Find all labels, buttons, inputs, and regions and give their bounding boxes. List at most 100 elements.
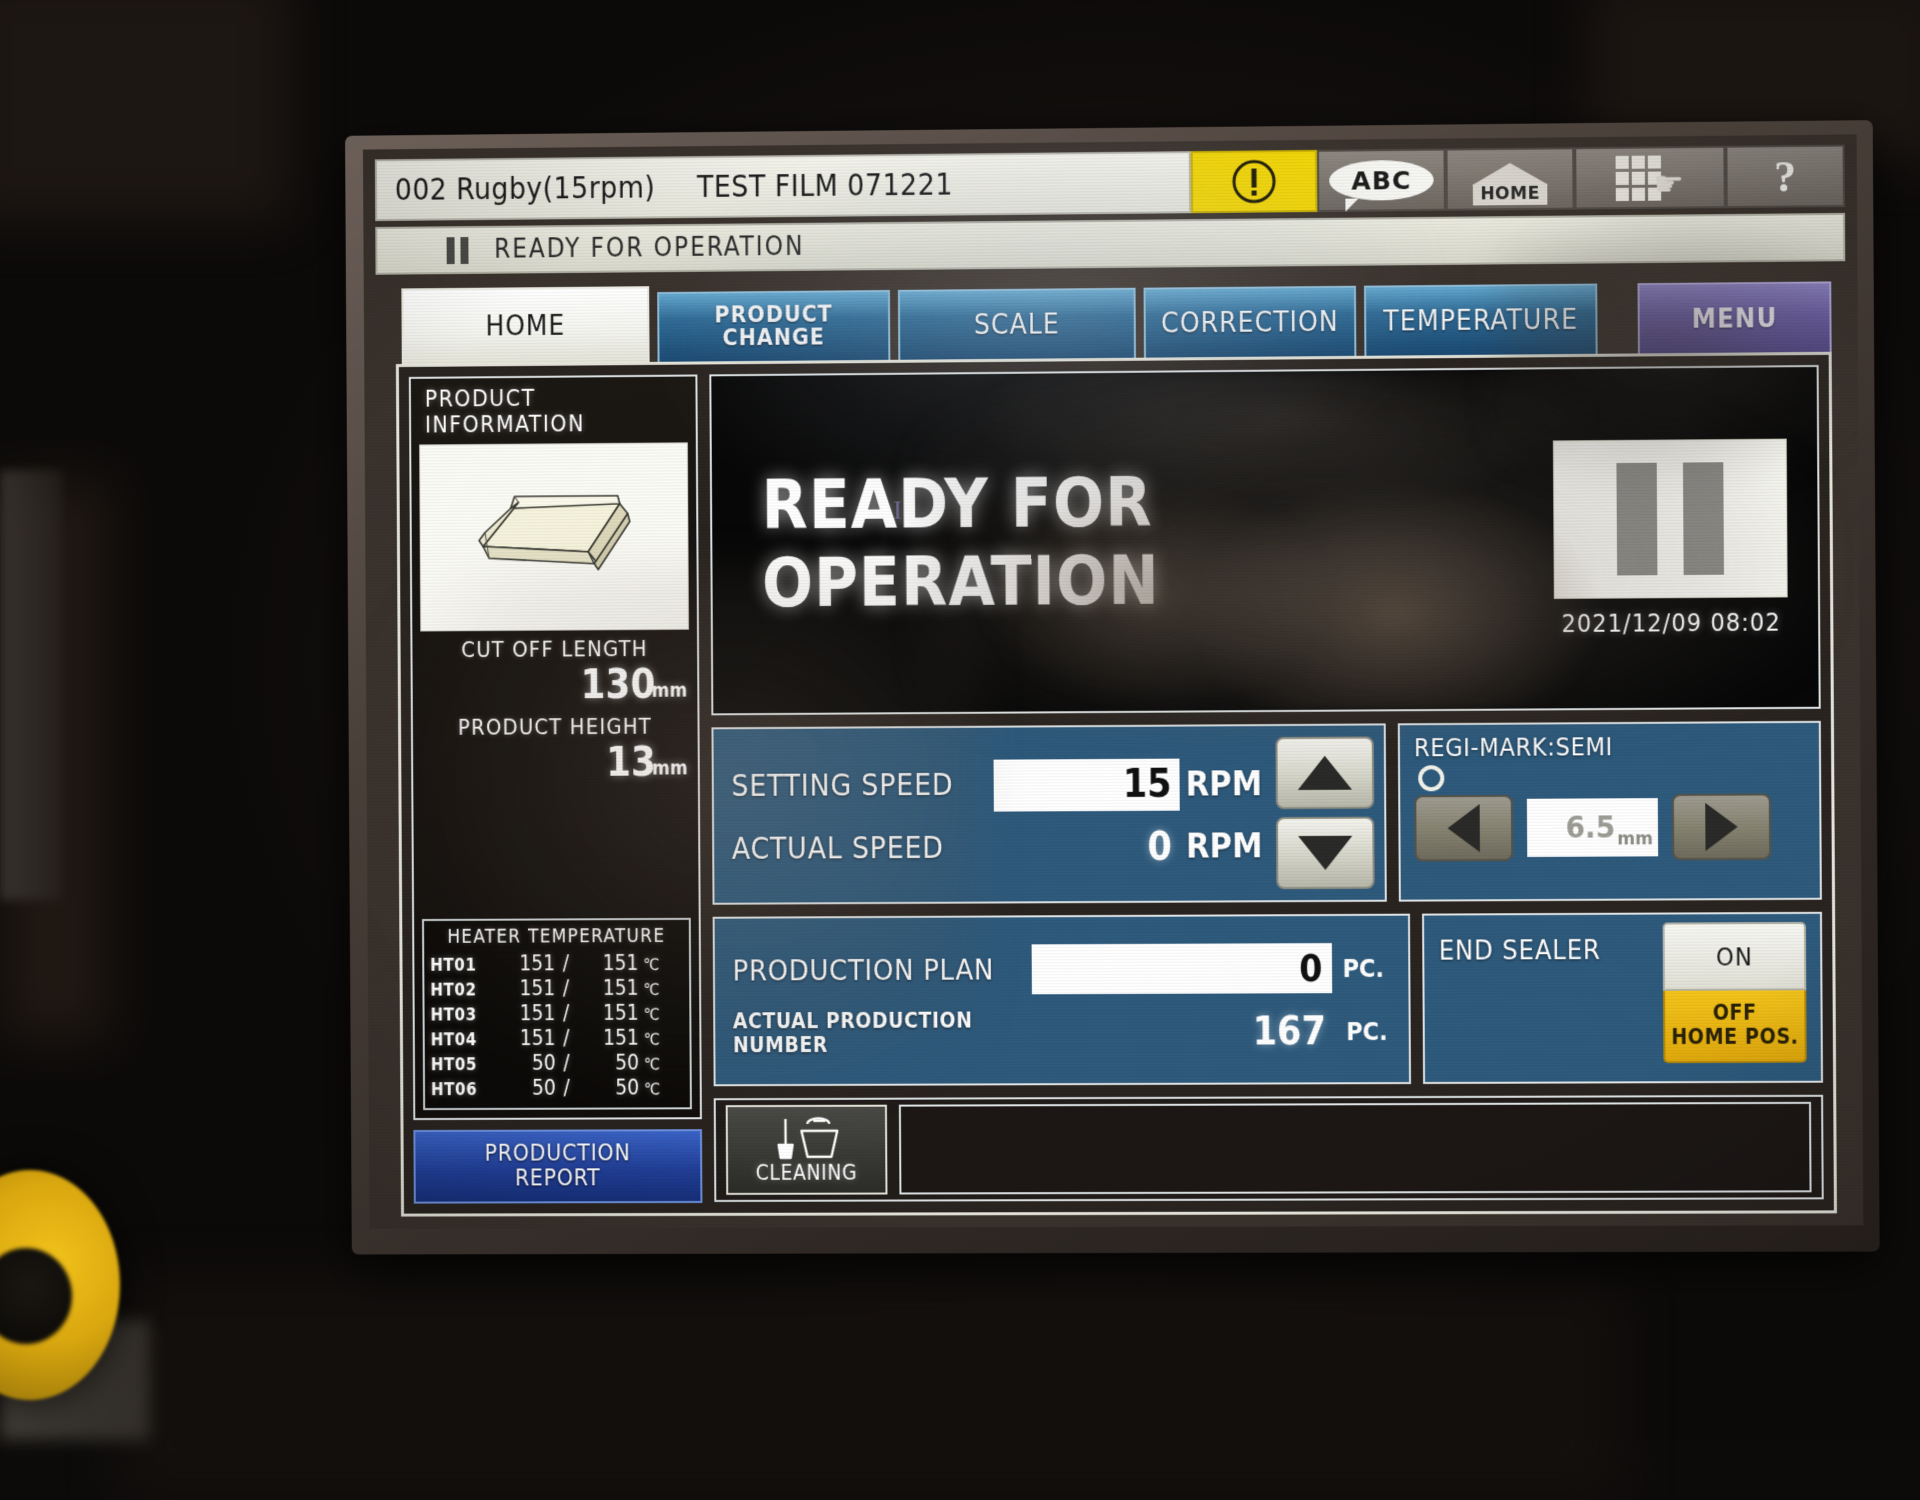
tab-temperature[interactable]: TEMPERATURE: [1364, 284, 1598, 356]
arrow-right-icon: [1705, 803, 1738, 851]
home-button[interactable]: HOME: [1445, 147, 1574, 210]
machine-status-display: READY FOR OPERATION 2021/12/09 08:02: [709, 365, 1821, 715]
speed-increase-button[interactable]: [1275, 736, 1374, 809]
product-height-label: PRODUCT HEIGHT: [421, 714, 690, 740]
regi-mark-title: REGI-MARK:SEMI: [1414, 731, 1805, 762]
product-preview-image: [419, 442, 689, 631]
end-sealer-on-button[interactable]: ON: [1663, 922, 1807, 991]
heater-set-temp: 50: [494, 1051, 556, 1075]
arrow-down-icon: [1298, 836, 1352, 870]
production-and-sealer-row: PRODUCTION PLAN 0 PC. ACTUAL PRODUCTION …: [712, 912, 1823, 1086]
product-height-value: 13: [606, 740, 656, 786]
home-icon-label: HOME: [1473, 184, 1547, 206]
actual-speed-label: ACTUAL SPEED: [732, 830, 995, 866]
setting-speed-label: SETTING SPEED: [731, 768, 994, 804]
heater-unit: ℃: [638, 980, 659, 999]
end-sealer-off-label-2: HOME POS.: [1671, 1026, 1799, 1050]
heater-separator: /: [556, 1076, 578, 1100]
hmi-application: 002 Rugby(15rpm) TEST FILM 071221 ABC: [363, 134, 1863, 1228]
status-bar: READY FOR OPERATION: [375, 213, 1845, 275]
regi-mark-increase-button[interactable]: [1672, 793, 1771, 860]
monitor-bezel: 002 Rugby(15rpm) TEST FILM 071221 ABC: [345, 120, 1880, 1254]
datetime-display: 2021/12/09 08:02: [1561, 607, 1781, 638]
pause-icon: [447, 237, 469, 264]
tab-correction-label: CORRECTION: [1161, 308, 1339, 338]
footer-bar: CLEANING: [713, 1095, 1823, 1202]
regi-mark-value-input[interactable]: 6.5 mm: [1527, 798, 1658, 857]
tab-product-change[interactable]: PRODUCT CHANGE: [657, 290, 890, 362]
setting-speed-input[interactable]: 15: [994, 758, 1180, 811]
alarm-button[interactable]: [1191, 150, 1318, 213]
help-button[interactable]: ?: [1725, 145, 1845, 208]
production-plan-input[interactable]: 0: [1032, 943, 1333, 994]
status-lamp-icon: [1418, 765, 1444, 791]
tab-scale[interactable]: SCALE: [898, 288, 1136, 360]
speed-decrease-button[interactable]: [1276, 817, 1375, 890]
speed-rows: SETTING SPEED 15 RPM ACTUAL SPEED 0 RPM: [731, 758, 1264, 872]
heater-unit: ℃: [639, 1055, 660, 1074]
abc-language-button[interactable]: ABC: [1317, 149, 1446, 212]
heater-actual-temp: 151: [577, 976, 639, 1000]
table-row: HT03 151 / 151 ℃: [430, 1001, 683, 1026]
touchscreen[interactable]: 002 Rugby(15rpm) TEST FILM 071221 ABC: [363, 134, 1863, 1228]
status-bar-text: READY FOR OPERATION: [494, 232, 804, 265]
job-title-field[interactable]: 002 Rugby(15rpm) TEST FILM 071221: [375, 151, 1191, 221]
cleaning-button[interactable]: CLEANING: [725, 1105, 887, 1195]
heater-unit: ℃: [639, 1079, 660, 1098]
alert-exclamation-icon: [1231, 158, 1277, 205]
tab-product-change-label-2: CHANGE: [722, 326, 825, 350]
cut-off-length-value-row: 130 mm: [420, 662, 689, 709]
heater-separator: /: [555, 951, 577, 975]
end-sealer-off-button[interactable]: OFF HOME POS.: [1663, 990, 1807, 1063]
product-information-title: PRODUCT INFORMATION: [419, 383, 688, 445]
actual-production-value: 167: [1054, 1009, 1337, 1055]
end-sealer-panel: END SEALER ON OFF HOME POS.: [1422, 912, 1823, 1084]
tab-correction[interactable]: CORRECTION: [1144, 286, 1357, 358]
heater-unit: ℃: [639, 1030, 660, 1049]
background-blur: [120, 1280, 1620, 1500]
heater-unit: ℃: [638, 955, 659, 974]
menu-button[interactable]: MENU: [1637, 281, 1831, 353]
arrow-left-icon: [1447, 804, 1479, 852]
heater-actual-temp: 151: [577, 1026, 639, 1050]
cleaning-button-label: CLEANING: [756, 1161, 858, 1185]
end-sealer-toggle: ON OFF HOME POS.: [1663, 922, 1807, 1063]
product-height-value-row: 13 mm: [421, 739, 690, 786]
abc-label: ABC: [1351, 165, 1411, 195]
home-roof-shape: [1472, 163, 1549, 186]
heater-set-temp: 151: [494, 1001, 556, 1025]
tab-scale-label: SCALE: [974, 310, 1060, 339]
heater-name: HT02: [430, 980, 493, 1000]
product-code-label: 002 Rugby(15rpm): [395, 170, 656, 207]
cut-off-length-unit: mm: [652, 680, 688, 702]
cleaning-brush-bucket-icon: [769, 1115, 843, 1161]
production-report-button[interactable]: PRODUCTION REPORT: [413, 1129, 702, 1203]
production-report-label-2: REPORT: [515, 1166, 601, 1191]
tab-bar: HOME PRODUCT CHANGE SCALE CORRECTION TEM…: [376, 273, 1846, 364]
title-bar: 002 Rugby(15rpm) TEST FILM 071221 ABC: [375, 145, 1845, 221]
table-row: HT02 151 / 151 ℃: [430, 976, 683, 1001]
screen-select-button[interactable]: ☛: [1574, 146, 1726, 210]
heater-actual-temp: 151: [577, 1001, 639, 1025]
regi-mark-controls: 6.5 mm: [1414, 793, 1805, 861]
end-sealer-label: END SEALER: [1439, 923, 1663, 967]
background-object: [0, 470, 62, 900]
heater-set-temp: 151: [494, 951, 556, 975]
table-row: HT04 151 / 151 ℃: [431, 1026, 684, 1051]
tab-home[interactable]: HOME: [401, 286, 649, 364]
end-sealer-on-label: ON: [1716, 942, 1753, 971]
cut-off-length-value: 130: [581, 662, 656, 708]
heater-set-temp: 151: [494, 1026, 556, 1050]
product-information-panel: PRODUCT INFORMATION: [409, 374, 702, 1120]
production-plan-label: PRODUCTION PLAN: [732, 952, 1032, 987]
actual-speed-unit: RPM: [1180, 826, 1264, 866]
arrow-up-icon: [1298, 756, 1352, 790]
product-height-unit: mm: [652, 757, 688, 779]
regi-mark-decrease-button[interactable]: [1414, 795, 1513, 862]
tab-temperature-label: TEMPERATURE: [1383, 306, 1578, 336]
home-icon: HOME: [1472, 150, 1549, 209]
speed-panel: SETTING SPEED 15 RPM ACTUAL SPEED 0 RPM: [711, 723, 1387, 904]
job-name-label: TEST FILM 071221: [697, 167, 953, 204]
regi-mark-panel: REGI-MARK:SEMI 6.5 mm: [1398, 721, 1822, 902]
footer-empty-area: [899, 1102, 1812, 1195]
